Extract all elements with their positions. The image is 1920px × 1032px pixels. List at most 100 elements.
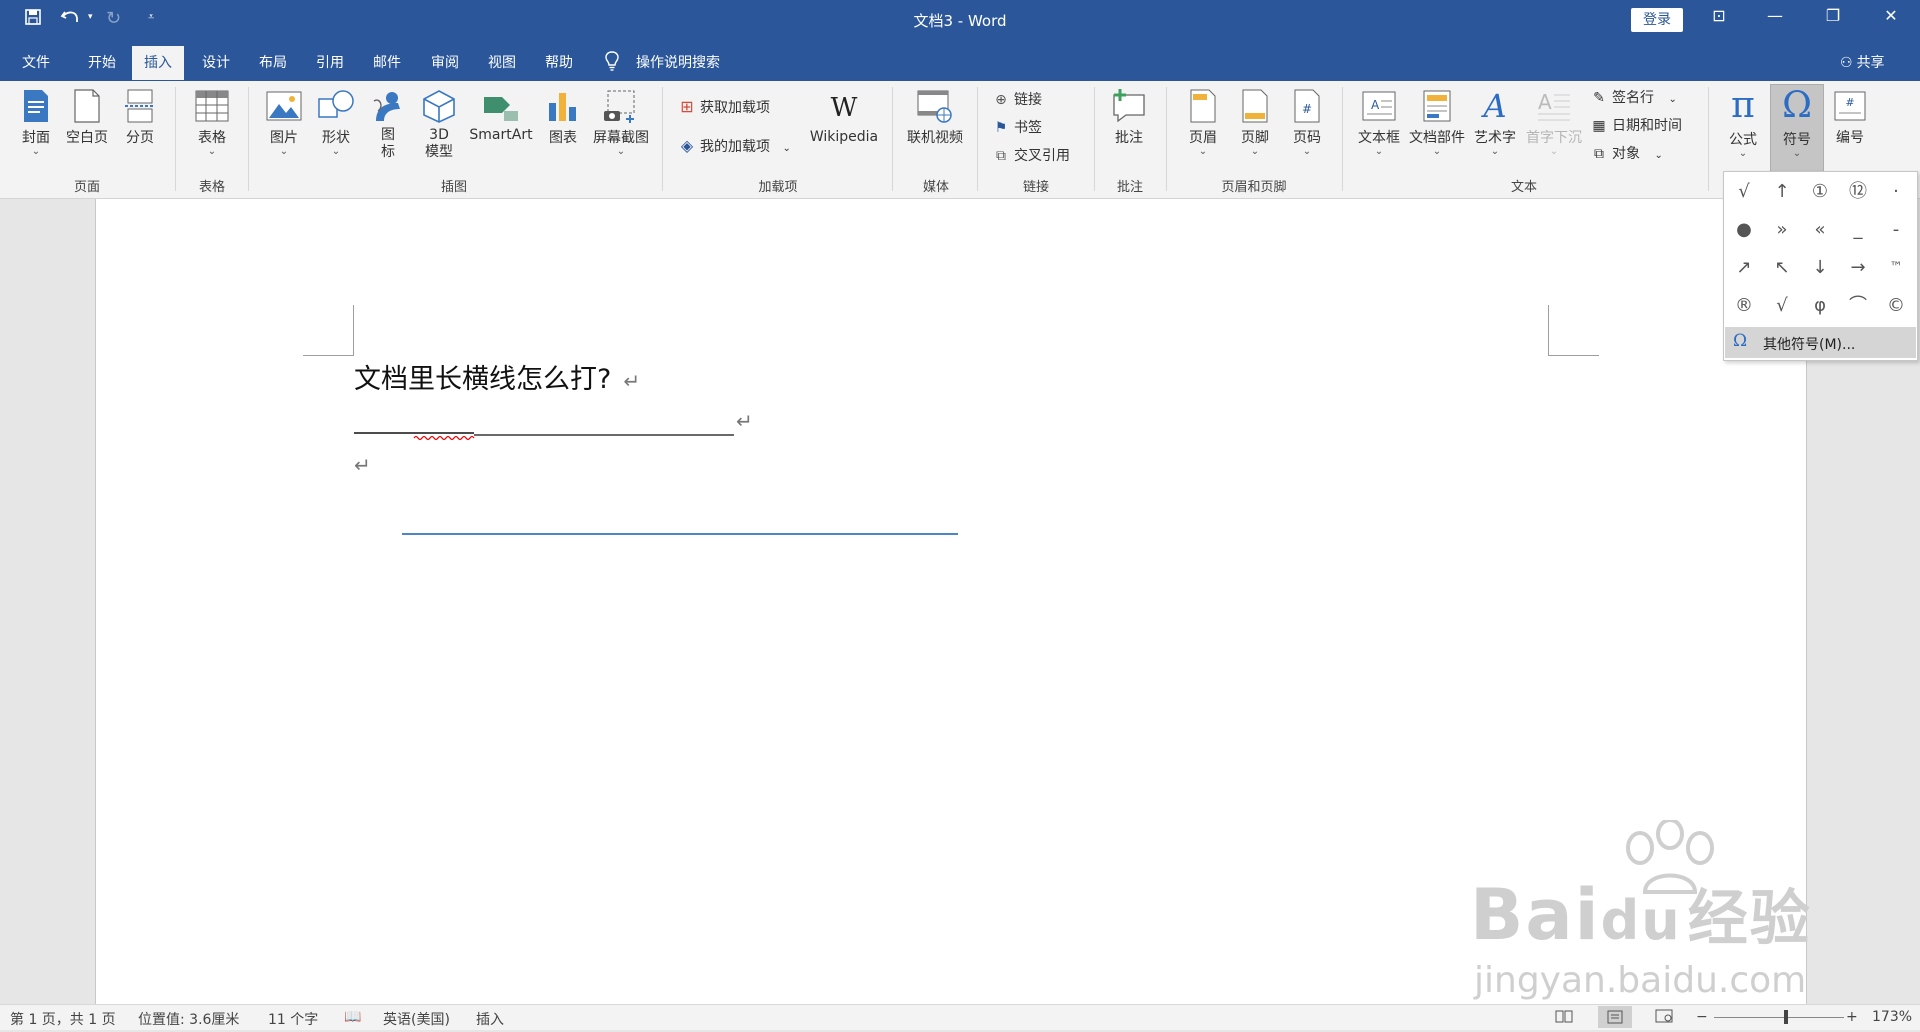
zoom-slider-track[interactable] xyxy=(1714,1017,1844,1018)
zoom-level[interactable]: 173% xyxy=(1872,1009,1912,1025)
ribbon-display-options-icon[interactable]: ⊡ xyxy=(1696,6,1742,25)
header-button[interactable]: 页眉 ⌄ xyxy=(1184,89,1222,157)
tab-mailings[interactable]: 邮件 xyxy=(373,52,401,72)
status-word-count[interactable]: 11 个字 xyxy=(268,1009,318,1029)
symbol-cell[interactable]: « xyxy=(1801,211,1839,249)
close-button[interactable]: ✕ xyxy=(1868,6,1914,25)
my-addins-label: 我的加载项 xyxy=(700,139,770,155)
shapes-button[interactable]: 形状 ⌄ xyxy=(316,89,356,157)
symbol-cell[interactable]: ⌒ xyxy=(1839,287,1877,325)
login-button[interactable]: 登录 xyxy=(1631,8,1683,32)
status-insert-mode[interactable]: 插入 xyxy=(476,1009,504,1029)
blank-page-button[interactable]: 空白页 xyxy=(64,89,110,147)
tab-review[interactable]: 审阅 xyxy=(431,52,459,72)
screenshot-button[interactable]: 屏幕截图 ⌄ xyxy=(588,89,654,157)
lightbulb-icon[interactable] xyxy=(604,51,620,76)
symbol-cell[interactable]: ® xyxy=(1725,287,1763,325)
more-symbols-menu-item[interactable]: Ω 其他符号(M)... xyxy=(1725,327,1916,358)
cross-reference-button[interactable]: ⧉ 交叉引用 xyxy=(992,145,1070,165)
page-break-label: 分页 xyxy=(126,130,154,146)
minimize-button[interactable]: — xyxy=(1752,6,1798,25)
equation-button[interactable]: π 公式 ⌄ xyxy=(1720,87,1766,159)
symbol-cell[interactable]: ™ xyxy=(1877,249,1915,287)
symbol-cell[interactable]: √ xyxy=(1763,287,1801,325)
symbol-cell[interactable]: ● xyxy=(1725,211,1763,249)
link-button[interactable]: ⊕ 链接 xyxy=(992,89,1042,109)
wordart-button[interactable]: A 艺术字 ⌄ xyxy=(1468,89,1522,157)
page-number-button[interactable]: # 页码 ⌄ xyxy=(1288,89,1326,157)
svg-text:#: # xyxy=(1845,96,1854,109)
quick-parts-button[interactable]: 文档部件 ⌄ xyxy=(1406,89,1468,157)
tab-home[interactable]: 开始 xyxy=(88,52,116,72)
symbol-cell[interactable]: ↓ xyxy=(1801,249,1839,287)
cover-page-button[interactable]: 封面 ⌄ xyxy=(18,89,54,157)
tab-insert[interactable]: 插入 xyxy=(132,46,184,80)
signature-line-button[interactable]: ✎ 签名行 ⌄ xyxy=(1590,87,1677,107)
date-time-button[interactable]: ▦ 日期和时间 xyxy=(1590,115,1682,135)
my-addins-button[interactable]: ◈ 我的加载项 ⌄ xyxy=(678,136,791,156)
tab-design[interactable]: 设计 xyxy=(202,52,230,72)
smartart-button[interactable]: SmartArt xyxy=(466,89,536,143)
object-button[interactable]: ⧉ 对象 ⌄ xyxy=(1590,143,1663,163)
tab-references[interactable]: 引用 xyxy=(316,52,344,72)
share-button[interactable]: ⚇ 共享 xyxy=(1840,52,1885,72)
tab-file[interactable]: 文件 xyxy=(22,52,50,72)
tab-view[interactable]: 视图 xyxy=(488,52,516,72)
symbol-cell[interactable]: ⑫ xyxy=(1839,173,1877,211)
print-layout-icon[interactable] xyxy=(1598,1006,1632,1028)
symbol-cell[interactable]: ↑ xyxy=(1763,173,1801,211)
tell-me-search[interactable]: 操作说明搜索 xyxy=(636,52,720,72)
symbol-cell[interactable]: _ xyxy=(1839,211,1877,249)
symbol-cell[interactable]: ↗ xyxy=(1725,249,1763,287)
symbol-cell[interactable]: → xyxy=(1839,249,1877,287)
page-break-button[interactable]: 分页 xyxy=(122,89,158,147)
symbol-cell[interactable]: ① xyxy=(1801,173,1839,211)
numbering-button[interactable]: # 编号 xyxy=(1828,89,1872,147)
restore-button[interactable]: ❐ xyxy=(1810,6,1856,25)
new-comment-button[interactable]: 批注 xyxy=(1108,89,1150,147)
3d-models-label-2: 模型 xyxy=(425,144,453,160)
status-language[interactable]: 英语(美国) xyxy=(383,1009,450,1029)
web-layout-icon[interactable] xyxy=(1655,1009,1673,1027)
watermark-cn: 经验 xyxy=(1687,884,1812,954)
symbol-cell[interactable]: φ xyxy=(1801,287,1839,325)
document-line-2[interactable]: ↵ xyxy=(354,405,753,445)
group-label-addins: 加载项 xyxy=(758,180,798,195)
status-position[interactable]: 位置值: 3.6厘米 xyxy=(138,1009,239,1029)
chevron-down-icon: ⌄ xyxy=(616,146,626,157)
chart-button[interactable]: 图表 xyxy=(542,89,584,147)
zoom-slider-thumb[interactable] xyxy=(1784,1010,1788,1024)
drop-cap-button[interactable]: A 首字下沉 ⌄ xyxy=(1522,89,1586,157)
symbol-button[interactable]: Ω 符号 ⌄ xyxy=(1770,84,1824,172)
wikipedia-button[interactable]: W Wikipedia xyxy=(806,91,882,145)
symbol-cell[interactable]: ↖ xyxy=(1763,249,1801,287)
footer-button[interactable]: 页脚 ⌄ xyxy=(1236,89,1274,157)
link-label: 链接 xyxy=(1014,92,1042,108)
symbol-cell[interactable]: √ xyxy=(1725,173,1763,211)
icons-button[interactable]: 图 标 xyxy=(368,89,408,161)
text-box-button[interactable]: A 文本框 ⌄ xyxy=(1354,89,1404,157)
symbol-cell[interactable]: · xyxy=(1877,173,1915,211)
get-addins-button[interactable]: ⊞ 获取加载项 xyxy=(678,97,770,117)
more-symbols-label: 其他符号(M)... xyxy=(1763,337,1856,353)
tab-layout[interactable]: 布局 xyxy=(259,52,287,72)
symbol-cell[interactable]: - xyxy=(1877,211,1915,249)
chevron-down-icon: ⌄ xyxy=(1654,150,1663,161)
zoom-out-button[interactable]: − xyxy=(1696,1009,1708,1025)
zoom-in-button[interactable]: + xyxy=(1846,1009,1858,1025)
status-page[interactable]: 第 1 页，共 1 页 xyxy=(10,1009,116,1029)
table-button[interactable]: 表格 ⌄ xyxy=(192,89,232,157)
proofing-icon[interactable]: 📖 xyxy=(344,1009,361,1025)
picture-button[interactable]: 图片 ⌄ xyxy=(262,89,306,157)
document-line-1[interactable]: 文档里长横线怎么打? ↵ xyxy=(354,357,640,396)
symbol-cell[interactable]: © xyxy=(1877,287,1915,325)
bookmark-button[interactable]: ⚑ 书签 xyxy=(992,117,1042,137)
read-mode-icon[interactable] xyxy=(1555,1009,1573,1027)
drawn-horizontal-line[interactable] xyxy=(402,533,958,535)
chevron-down-icon: ⌄ xyxy=(279,146,289,157)
tab-help[interactable]: 帮助 xyxy=(545,52,573,72)
group-label-pages: 页面 xyxy=(73,180,100,195)
online-video-button[interactable]: 联机视频 xyxy=(904,89,966,147)
symbol-cell[interactable]: » xyxy=(1763,211,1801,249)
3d-models-button[interactable]: 3D 模型 xyxy=(418,89,460,161)
